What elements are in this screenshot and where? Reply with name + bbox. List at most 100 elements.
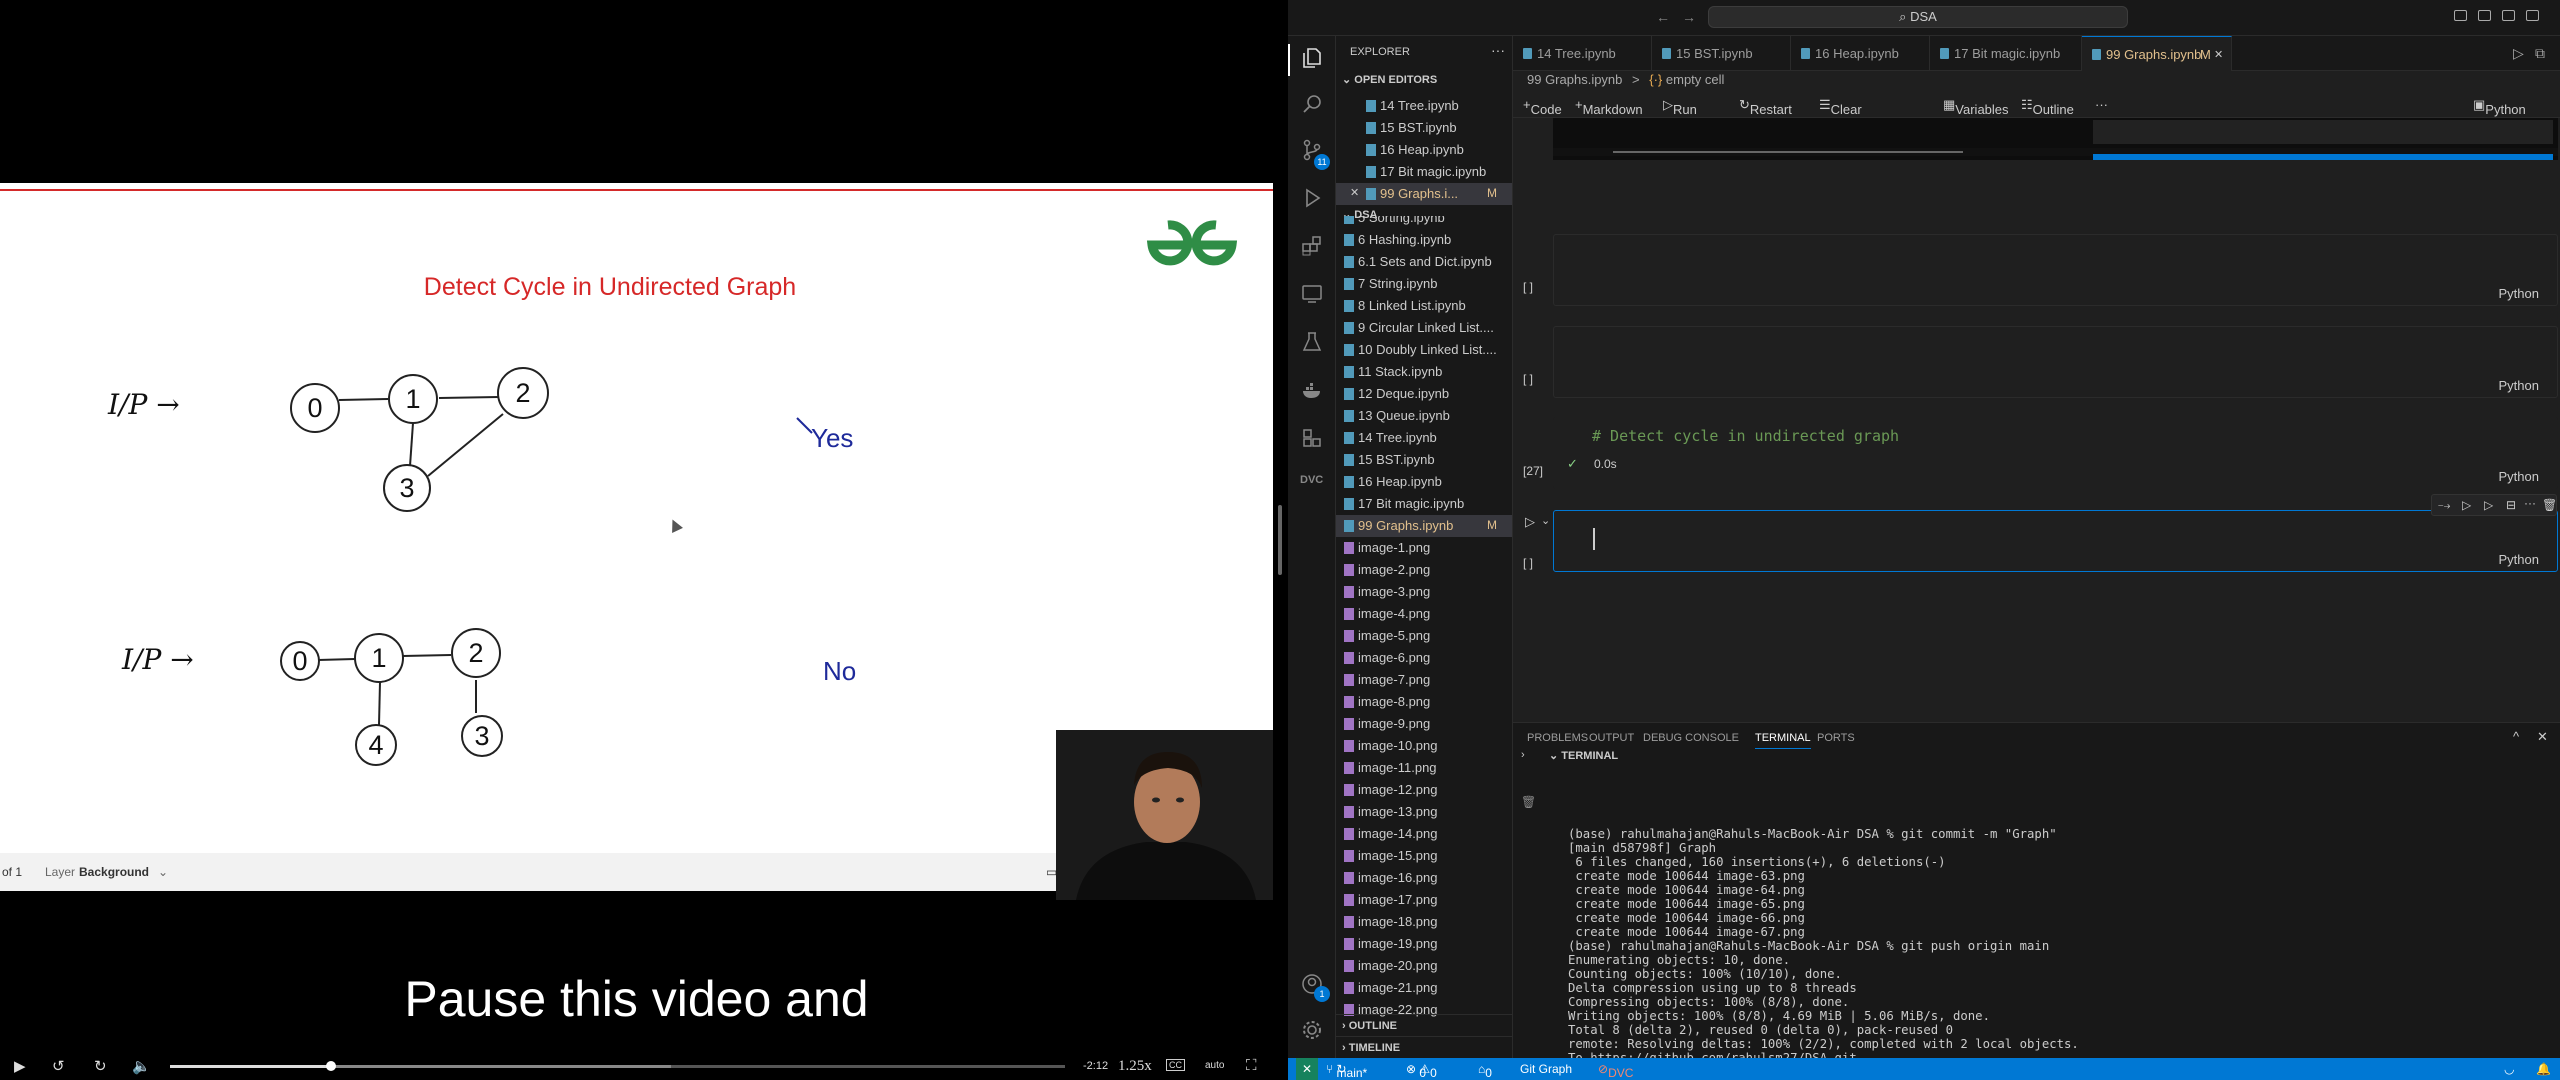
sync-icon[interactable]: ◡ (2504, 1062, 2514, 1076)
file-tree-item[interactable]: 13 Queue.ipynb (1336, 405, 1512, 427)
editor-tab[interactable]: 14 Tree.ipynb (1513, 36, 1652, 71)
speed-button[interactable]: 1.25x (1118, 1058, 1152, 1075)
add-markdown-button[interactable]: + Markdown (1575, 97, 1643, 117)
file-tree-item[interactable]: image-13.png (1336, 801, 1512, 823)
panel-tab[interactable]: OUTPUT (1589, 732, 1634, 744)
file-tree-item[interactable]: 6 Hashing.ipynb (1336, 229, 1512, 251)
layer-value[interactable]: Background (79, 865, 149, 879)
file-tree-item[interactable]: image-1.png (1336, 537, 1512, 559)
volume-icon[interactable]: 🔈 (132, 1057, 151, 1075)
timeline-section[interactable]: › TIMELINE (1336, 1036, 1512, 1058)
file-tree-item[interactable]: image-6.png (1336, 647, 1512, 669)
panel-tab[interactable]: DEBUG CONSOLE (1643, 732, 1739, 744)
file-tree-item[interactable]: image-4.png (1336, 603, 1512, 625)
cell-language[interactable]: Python (2499, 378, 2539, 393)
file-tree-item[interactable]: image-8.png (1336, 691, 1512, 713)
file-tree-item[interactable]: image-19.png (1336, 933, 1512, 955)
more-icon[interactable]: ··· (2524, 496, 2536, 510)
editor-tab[interactable]: 17 Bit magic.ipynb (1930, 36, 2082, 71)
forward-10-icon[interactable]: ↻ (94, 1057, 107, 1075)
cell-language[interactable]: Python (2499, 469, 2539, 484)
toggle-secondary-icon[interactable] (2502, 10, 2515, 21)
breadcrumb-file[interactable]: 99 Graphs.ipynb (1527, 72, 1622, 87)
run-by-line-icon[interactable]: ⤍ (2438, 498, 2450, 513)
search-icon[interactable] (1300, 92, 1324, 116)
file-tree-item[interactable]: 17 Bit magic.ipynb (1336, 493, 1512, 515)
add-code-button[interactable]: + Code (1523, 97, 1562, 117)
execute-above-icon[interactable]: ▷ (2462, 498, 2471, 512)
split-cell-icon[interactable]: ⊟ (2506, 498, 2516, 512)
notifications-icon[interactable]: 🔔 (2536, 1062, 2551, 1076)
file-tree-item[interactable]: image-12.png (1336, 779, 1512, 801)
restart-button[interactable]: ↻ Restart (1739, 97, 1792, 117)
split-handle[interactable] (1278, 505, 1282, 575)
code-cell[interactable]: Python (1553, 234, 2558, 306)
quality-button[interactable]: auto (1205, 1060, 1224, 1071)
run-cell-icon[interactable]: ▷ (1525, 514, 1535, 530)
file-tree-item[interactable]: image-21.png (1336, 977, 1512, 999)
docker-icon[interactable] (1300, 378, 1324, 402)
code-cell-active[interactable]: Python (1553, 510, 2558, 572)
remote-icon[interactable]: ✕ (1296, 1058, 1318, 1080)
maximize-panel-icon[interactable]: ^ (2513, 729, 2519, 744)
file-tree-item[interactable]: image-9.png (1336, 713, 1512, 735)
command-center[interactable]: ⌕ DSA (1708, 6, 2128, 28)
problems-item[interactable]: ⊗ 0 ⚠ 0 (1406, 1062, 1437, 1080)
file-tree-item[interactable]: image-14.png (1336, 823, 1512, 845)
seek-handle[interactable] (326, 1061, 337, 1071)
chevron-down-icon[interactable]: ⌄ (1541, 514, 1550, 527)
ports-item[interactable]: ⌂ 0 (1478, 1062, 1492, 1080)
gear-icon[interactable] (1300, 1018, 1324, 1042)
close-icon[interactable]: ✕ (2214, 48, 2223, 61)
file-tree-item[interactable]: 8 Linked List.ipynb (1336, 295, 1512, 317)
variables-button[interactable]: ▦ Variables (1943, 97, 2009, 117)
back-icon[interactable]: ← (1656, 9, 1670, 25)
chevron-down-icon[interactable]: ⌄ (158, 865, 168, 879)
cell-language[interactable]: Python (2499, 286, 2539, 301)
file-tree-item[interactable]: 9 Circular Linked List.... (1336, 317, 1512, 339)
file-tree-item[interactable]: image-10.png (1336, 735, 1512, 757)
file-tree-item[interactable]: image-3.png (1336, 581, 1512, 603)
open-editor-item[interactable]: 16 Heap.ipynb (1336, 139, 1512, 161)
extensions-icon[interactable] (1300, 234, 1324, 258)
panel-tab[interactable]: PROBLEMS (1527, 732, 1588, 744)
file-tree-item[interactable]: 14 Tree.ipynb (1336, 427, 1512, 449)
panel-tab[interactable]: TERMINAL (1755, 732, 1811, 749)
file-tree-item[interactable]: image-7.png (1336, 669, 1512, 691)
kernel-picker[interactable]: ▣ Python 3.11.3 (2473, 97, 2526, 132)
file-tree-item[interactable]: image-20.png (1336, 955, 1512, 977)
editor-tab[interactable]: 15 BST.ipynb (1652, 36, 1791, 71)
jupyter-icon[interactable] (1300, 426, 1324, 450)
run-icon[interactable]: ▷ (2513, 45, 2524, 62)
file-tree-item[interactable]: 6.1 Sets and Dict.ipynb (1336, 251, 1512, 273)
git-graph-item[interactable]: Git Graph (1520, 1062, 1572, 1076)
panel-tab[interactable]: PORTS (1817, 732, 1855, 744)
file-tree-item[interactable]: image-2.png (1336, 559, 1512, 581)
code-cell[interactable]: # Detect cycle in undirected graph ✓ 0.0… (1553, 417, 2558, 489)
close-panel-icon[interactable]: ✕ (2537, 729, 2548, 745)
open-editor-item[interactable]: 17 Bit magic.ipynb (1336, 161, 1512, 183)
file-tree-item[interactable]: image-15.png (1336, 845, 1512, 867)
run-debug-icon[interactable] (1300, 186, 1324, 210)
file-tree-item[interactable]: 10 Doubly Linked List.... (1336, 339, 1512, 361)
seek-bar[interactable] (170, 1061, 1065, 1071)
cc-button[interactable]: CC (1166, 1059, 1185, 1071)
outline-section[interactable]: › OUTLINE (1336, 1014, 1512, 1036)
testing-icon[interactable] (1300, 330, 1324, 354)
file-tree-item[interactable]: 16 Heap.ipynb (1336, 471, 1512, 493)
rewind-10-icon[interactable]: ↺ (52, 1057, 65, 1075)
file-tree-item[interactable]: 5 Sorting.ipynb (1336, 216, 1512, 229)
terminal-output[interactable]: (base) rahulmahajan@Rahuls-MacBook-Air D… (1568, 827, 2548, 1080)
toggle-sidebar-icon[interactable] (2454, 10, 2467, 21)
breadcrumb-cell[interactable]: empty cell (1666, 72, 1725, 87)
file-tree-item[interactable]: 7 String.ipynb (1336, 273, 1512, 295)
play-icon[interactable]: ▶ (14, 1057, 26, 1075)
clear-outputs-button[interactable]: ☰ Clear All Outputs (1819, 97, 1876, 147)
file-tree-item[interactable]: 11 Stack.ipynb (1336, 361, 1512, 383)
terminal-chevron-icon[interactable]: › (1521, 749, 1525, 761)
open-editor-item[interactable]: ✕ 99 Graphs.i... M (1336, 183, 1512, 205)
more-actions[interactable]: ··· (2095, 97, 2108, 112)
file-tree-item[interactable]: 12 Deque.ipynb (1336, 383, 1512, 405)
outline-button[interactable]: ☷ Outline (2021, 97, 2074, 117)
code-cell[interactable]: Python (1553, 326, 2558, 398)
